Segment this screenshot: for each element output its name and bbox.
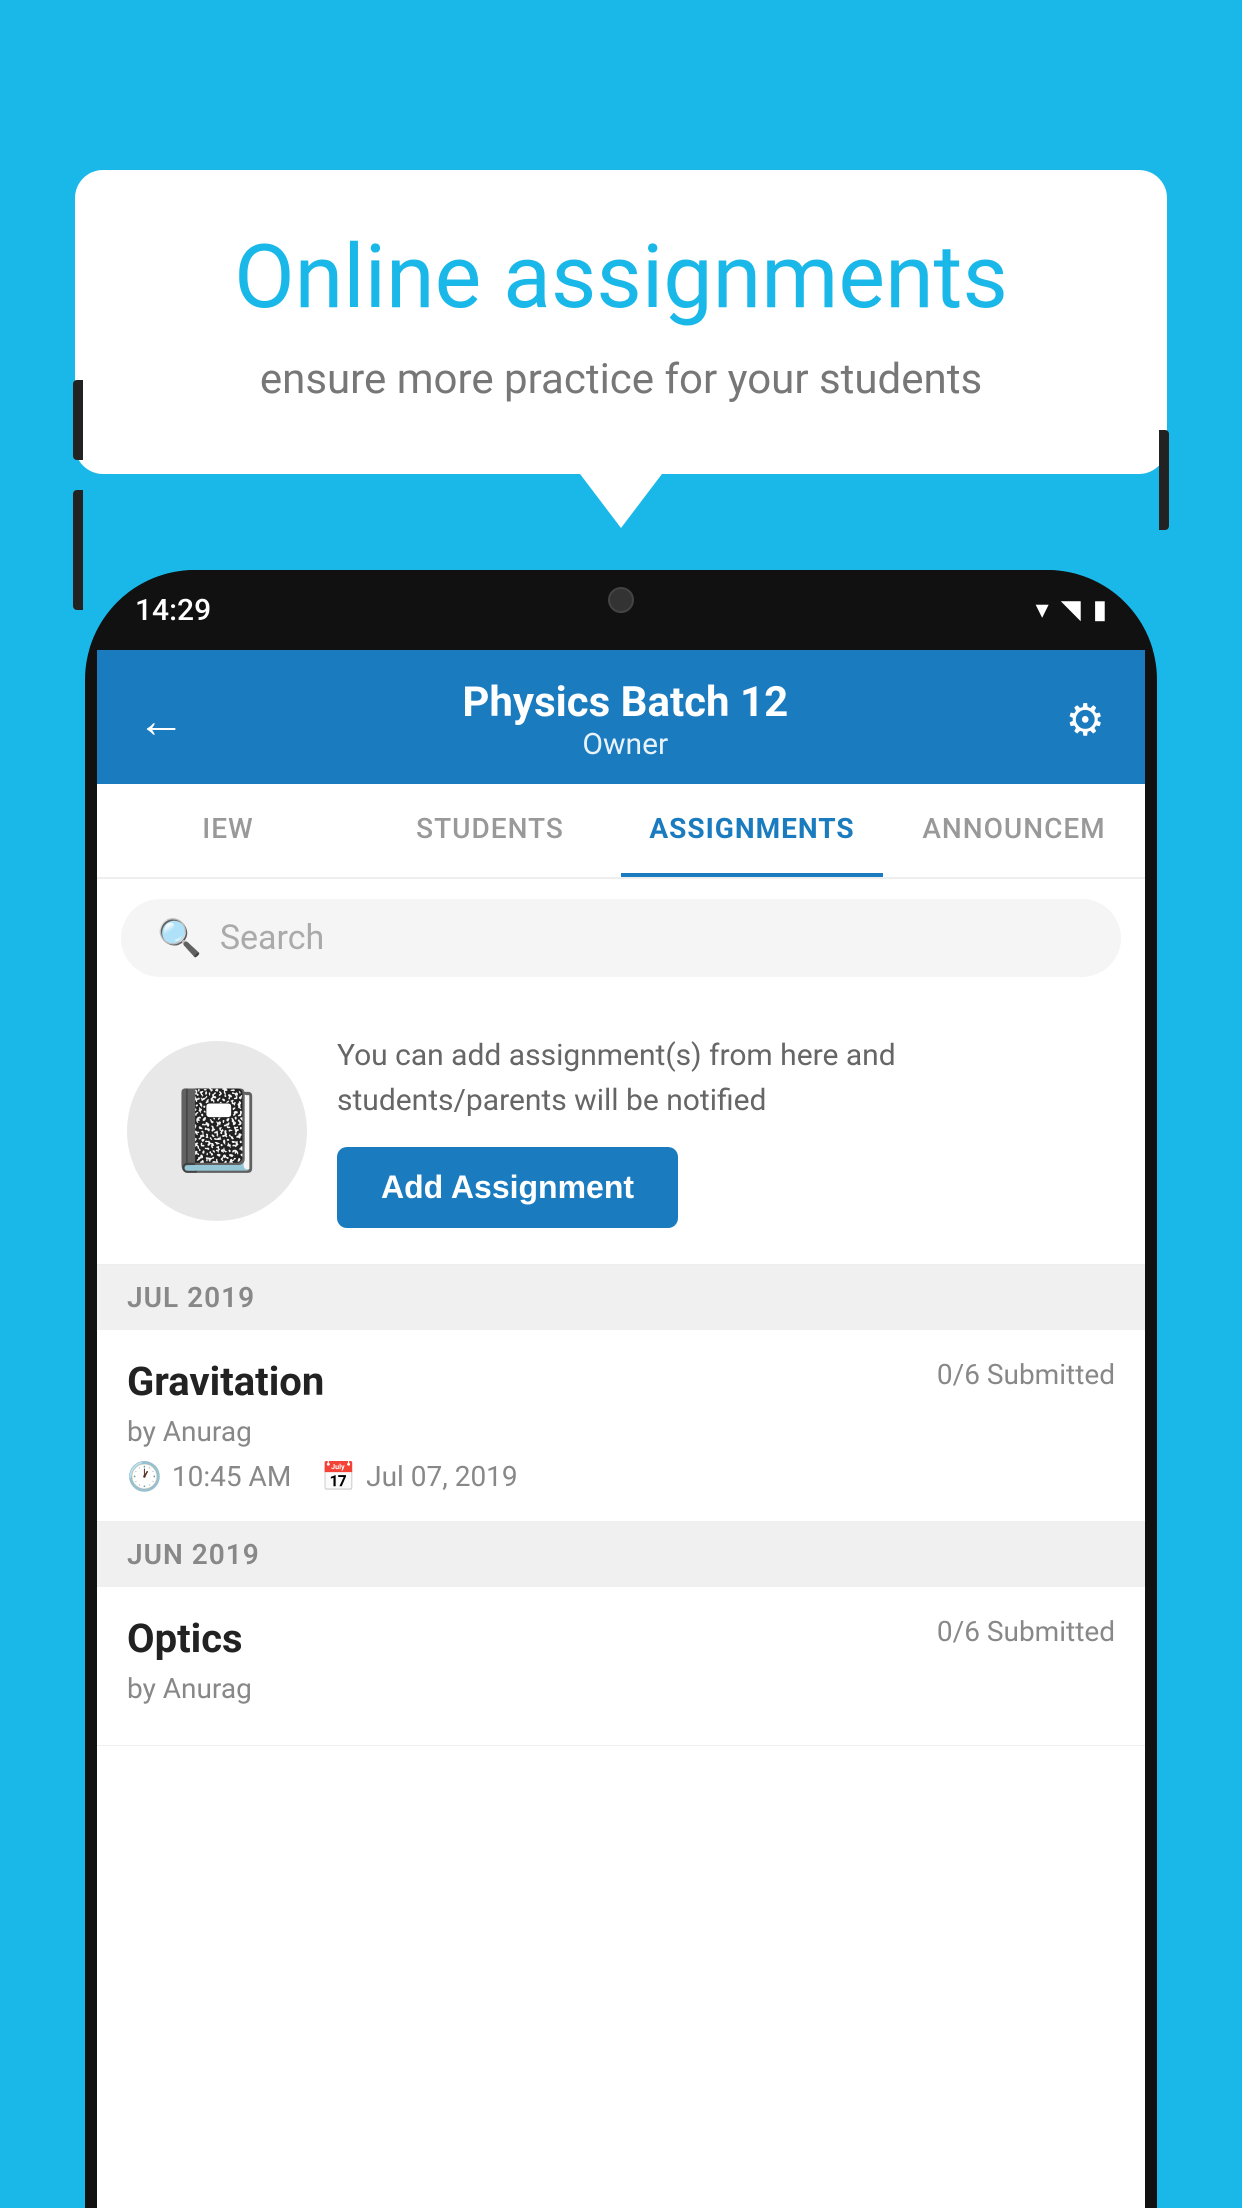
- camera: [608, 587, 634, 613]
- assignment-item-optics[interactable]: Optics 0/6 Submitted by Anurag: [97, 1587, 1145, 1746]
- status-bar: 14:29 ▾ ◥ ▮: [85, 570, 1157, 650]
- speech-bubble: Online assignments ensure more practice …: [75, 170, 1167, 474]
- assignment-name: Gravitation: [127, 1358, 324, 1405]
- app-header: ← Physics Batch 12 Owner ⚙: [97, 650, 1145, 784]
- volume-up-button: [73, 380, 83, 460]
- assignment-date: Jul 07, 2019: [366, 1460, 518, 1493]
- power-button: [1159, 430, 1169, 530]
- tabs-bar: IEW STUDENTS ASSIGNMENTS ANNOUNCEM: [97, 784, 1145, 879]
- search-placeholder: Search: [220, 918, 324, 958]
- assignment-item-gravitation[interactable]: Gravitation 0/6 Submitted by Anurag 🕐 10…: [97, 1330, 1145, 1522]
- tab-iew[interactable]: IEW: [97, 784, 359, 877]
- tab-students[interactable]: STUDENTS: [359, 784, 621, 877]
- signal-icon: ◥: [1061, 595, 1081, 625]
- volume-down-button: [73, 490, 83, 610]
- assignment-submitted: 0/6 Submitted: [937, 1358, 1115, 1391]
- search-container: 🔍 Search: [97, 879, 1145, 997]
- clock-icon: 🕐: [127, 1460, 162, 1493]
- assignment-date-item: 📅 Jul 07, 2019: [321, 1460, 517, 1493]
- month-header-jul: JUL 2019: [97, 1265, 1145, 1330]
- assignment-name-optics: Optics: [127, 1615, 243, 1662]
- assignment-time-item: 🕐 10:45 AM: [127, 1460, 291, 1493]
- phone-screen: ← Physics Batch 12 Owner ⚙ IEW STUDENTS …: [97, 650, 1145, 2208]
- tab-announcements[interactable]: ANNOUNCEM: [883, 784, 1145, 877]
- assignment-top-row-optics: Optics 0/6 Submitted: [127, 1615, 1115, 1662]
- promo-content: You can add assignment(s) from here and …: [337, 1033, 1115, 1228]
- assignment-top-row: Gravitation 0/6 Submitted: [127, 1358, 1115, 1405]
- back-button[interactable]: ←: [137, 692, 185, 749]
- notebook-icon: 📓: [167, 1084, 267, 1178]
- search-bar[interactable]: 🔍 Search: [121, 899, 1121, 977]
- promo-section: 📓 You can add assignment(s) from here an…: [97, 997, 1145, 1265]
- promo-icon-circle: 📓: [127, 1041, 307, 1221]
- speech-bubble-subtitle: ensure more practice for your students: [155, 355, 1087, 404]
- status-time: 14:29: [135, 593, 211, 628]
- battery-icon: ▮: [1093, 595, 1107, 625]
- batch-title: Physics Batch 12: [462, 678, 788, 727]
- add-assignment-button[interactable]: Add Assignment: [337, 1147, 678, 1228]
- status-icons: ▾ ◥ ▮: [1036, 595, 1107, 625]
- assignment-by: by Anurag: [127, 1415, 1115, 1448]
- header-title-area: Physics Batch 12 Owner: [462, 678, 788, 762]
- settings-icon[interactable]: ⚙: [1066, 694, 1105, 746]
- assignment-by-optics: by Anurag: [127, 1672, 1115, 1705]
- assignment-meta: 🕐 10:45 AM 📅 Jul 07, 2019: [127, 1460, 1115, 1493]
- speech-bubble-container: Online assignments ensure more practice …: [75, 170, 1167, 474]
- phone-notch: [531, 570, 711, 630]
- promo-text: You can add assignment(s) from here and …: [337, 1033, 1115, 1123]
- wifi-icon: ▾: [1036, 595, 1049, 625]
- speech-bubble-title: Online assignments: [155, 230, 1087, 327]
- assignment-time: 10:45 AM: [172, 1460, 291, 1493]
- search-icon: 🔍: [157, 917, 202, 959]
- tab-assignments[interactable]: ASSIGNMENTS: [621, 784, 883, 877]
- phone-frame: 14:29 ▾ ◥ ▮ ← Physics Batch 12 Owner ⚙ I…: [85, 570, 1157, 2208]
- month-header-jun: JUN 2019: [97, 1522, 1145, 1587]
- batch-role: Owner: [462, 727, 788, 762]
- assignment-submitted-optics: 0/6 Submitted: [937, 1615, 1115, 1648]
- calendar-icon: 📅: [321, 1460, 356, 1493]
